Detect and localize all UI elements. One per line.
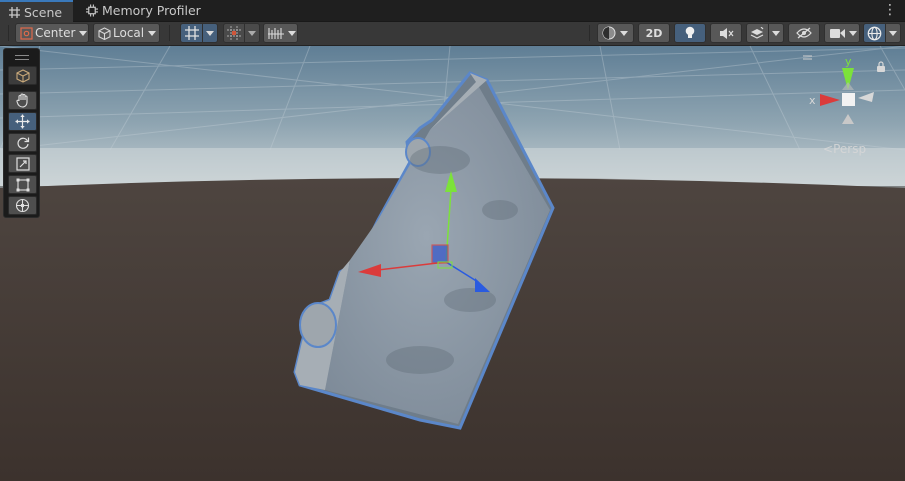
- toolbar-divider: [8, 25, 9, 41]
- gizmos-toggle[interactable]: [863, 23, 901, 43]
- audio-mute-icon: [719, 27, 733, 39]
- scale-icon: [15, 156, 30, 171]
- pivot-mode-label: Center: [35, 26, 76, 40]
- scene-camera-dropdown[interactable]: [824, 23, 860, 43]
- z-axis-cone[interactable]: [842, 82, 854, 90]
- gizmos-dropdown[interactable]: [886, 23, 901, 43]
- grid-hash-icon: [8, 6, 20, 18]
- gizmo-y-label: y: [845, 55, 852, 68]
- x-axis-cone[interactable]: [820, 94, 840, 106]
- rect-tool-button[interactable]: [8, 175, 37, 194]
- chevron-down-icon: [148, 30, 157, 36]
- chevron-down-icon: [248, 30, 256, 36]
- hand-tool-button[interactable]: [8, 91, 37, 110]
- combined-transform-icon: [15, 198, 30, 213]
- pivot-mode-dropdown[interactable]: Center: [15, 23, 89, 43]
- tool-palette: [3, 48, 40, 218]
- tab-label: Scene: [24, 4, 63, 20]
- scene-toolbar: Center Local 2D: [0, 22, 905, 46]
- increment-snap-icon: [268, 27, 284, 39]
- chevron-down-icon: [849, 30, 857, 36]
- chevron-down-icon: [288, 30, 296, 36]
- move-arrows-icon: [15, 114, 30, 129]
- gizmo-globe-icon: [867, 26, 882, 40]
- gizmo-center-cube[interactable]: [842, 93, 855, 106]
- effects-dropdown[interactable]: [769, 23, 784, 43]
- local-cube-icon: [98, 26, 111, 40]
- toolbar-divider: [589, 25, 590, 41]
- pivot-rotation-dropdown[interactable]: Local: [93, 23, 160, 43]
- toolbar-divider: [169, 25, 170, 41]
- grid-options-dropdown[interactable]: [203, 23, 218, 43]
- scene-view-canvas[interactable]: [0, 46, 905, 481]
- move-tool-button[interactable]: [8, 112, 37, 131]
- grid-snap-icon: [184, 26, 199, 40]
- tab-scene[interactable]: Scene: [0, 0, 73, 22]
- more-options-icon[interactable]: ⋮: [883, 2, 897, 18]
- scene-viewport[interactable]: [0, 46, 905, 481]
- grid-visibility-toggle[interactable]: [180, 23, 218, 43]
- grid-toggle-button[interactable]: [180, 23, 203, 43]
- chevron-down-icon: [772, 30, 780, 36]
- chevron-down-icon: [620, 30, 628, 36]
- gear-chip-icon: [86, 4, 98, 17]
- chevron-down-icon: [79, 30, 88, 36]
- transform-tool-button[interactable]: [8, 196, 37, 215]
- scene-visibility-toggle[interactable]: [788, 23, 820, 43]
- snap-toggle-button[interactable]: [223, 23, 245, 43]
- scale-tool-button[interactable]: [8, 154, 37, 173]
- neg-y-axis-cone[interactable]: [842, 114, 854, 124]
- tab-memory-profiler[interactable]: Memory Profiler: [78, 0, 209, 21]
- eye-hidden-icon: [796, 27, 812, 39]
- draw-mode-dropdown[interactable]: [597, 23, 634, 43]
- neg-x-axis-cone[interactable]: [858, 92, 874, 102]
- scene-audio-toggle[interactable]: [710, 23, 742, 43]
- tab-bar: Scene Memory Profiler ⋮: [0, 0, 905, 22]
- view-tool-button[interactable]: [8, 66, 37, 85]
- layers-effects-icon: [750, 26, 764, 39]
- lock-icon[interactable]: [876, 61, 886, 73]
- snap-grid-icon: [227, 26, 241, 40]
- gizmos-button[interactable]: [863, 23, 886, 43]
- scene-lighting-toggle[interactable]: [674, 23, 706, 43]
- shading-sphere-icon: [602, 26, 616, 40]
- chevron-down-icon: [889, 30, 897, 36]
- pivot-rotation-label: Local: [113, 26, 145, 40]
- pivot-center-icon: [20, 26, 33, 40]
- view-cube-icon: [15, 68, 30, 83]
- projection-arrow-icon: <: [823, 142, 834, 156]
- increment-snap-dropdown[interactable]: [263, 23, 298, 43]
- effects-toggle[interactable]: [746, 23, 784, 43]
- gizmo-x-label: x: [809, 94, 816, 107]
- projection-label: Persp: [833, 142, 867, 156]
- lightbulb-icon: [685, 26, 695, 38]
- toggle-2d-label: 2D: [645, 26, 663, 40]
- grid-snapping-toggle[interactable]: [223, 23, 260, 43]
- hand-icon: [15, 93, 28, 108]
- tab-label: Memory Profiler: [102, 3, 201, 18]
- rect-transform-icon: [16, 178, 29, 191]
- toggle-2d-button[interactable]: 2D: [638, 23, 670, 43]
- rotate-tool-button[interactable]: [8, 133, 37, 152]
- drag-handle-icon[interactable]: [15, 55, 29, 60]
- effects-button[interactable]: [746, 23, 769, 43]
- rotate-icon: [17, 137, 29, 149]
- chevron-down-icon: [206, 30, 214, 36]
- camera-icon: [830, 28, 845, 38]
- snap-options-dropdown[interactable]: [245, 23, 260, 43]
- projection-toggle[interactable]: <Persp: [823, 142, 866, 156]
- xy-plane-handle[interactable]: [431, 244, 449, 264]
